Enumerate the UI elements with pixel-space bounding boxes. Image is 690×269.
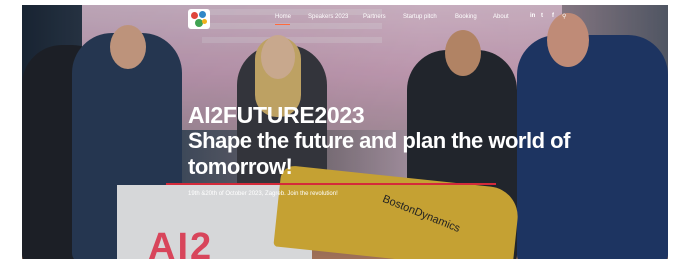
- stage-red-line: [166, 183, 496, 185]
- page: AI2 BostonDynamics Home Speakers 2023 Pa…: [0, 0, 690, 268]
- linkedin-icon[interactable]: in: [530, 13, 535, 19]
- nav-home[interactable]: Home: [275, 14, 291, 20]
- nav-partners[interactable]: Partners: [363, 14, 386, 20]
- logo-dot-red: [191, 12, 198, 19]
- podium-lettering: AI2: [148, 226, 214, 268]
- site-logo[interactable]: [188, 9, 210, 29]
- logo-dot-blue: [199, 11, 206, 18]
- hero-headline: Shape the future and plan the world of t…: [188, 128, 570, 179]
- search-icon[interactable]: ⚲: [562, 13, 566, 20]
- nav-startup-pitch[interactable]: Startup pitch: [403, 14, 437, 20]
- facebook-icon[interactable]: f: [552, 13, 554, 19]
- nav-booking[interactable]: Booking: [455, 14, 477, 20]
- twitter-icon[interactable]: t: [541, 13, 543, 19]
- nav-active-indicator: [275, 24, 290, 25]
- nav-speakers-2023[interactable]: Speakers 2023: [308, 14, 348, 20]
- event-date-subline: 19th &20th of October 2023, Zagreb. Join…: [188, 191, 338, 197]
- logo-dot-yellow: [202, 19, 207, 24]
- event-title: AI2FUTURE2023: [188, 102, 365, 128]
- nav-about[interactable]: About: [493, 14, 509, 20]
